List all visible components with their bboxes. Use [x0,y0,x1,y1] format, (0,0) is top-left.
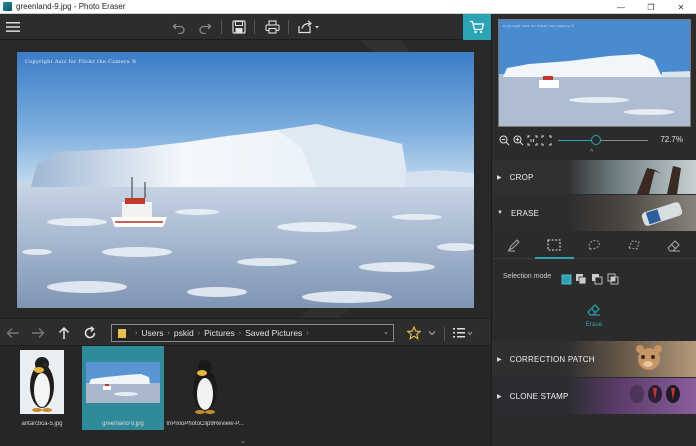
crop-section-label: CROP [509,172,534,182]
brush-tool-icon[interactable] [500,235,528,255]
selection-mode-intersect-icon[interactable] [607,272,619,285]
zoom-out-icon[interactable] [498,134,510,146]
preview-watermark: Copyright Aziz for Flickr the Camera © [503,24,575,28]
tools-side-panel: Copyright Aziz for Flickr the Camera © 7… [491,14,696,446]
chevron-right-icon: › [306,329,309,337]
crop-banner-image [567,160,696,194]
redo-icon[interactable] [196,18,214,36]
chevron-right-icon: › [135,329,138,337]
chevron-down-icon[interactable]: ⌄ [240,437,246,445]
erase-button[interactable]: Erase [578,302,610,334]
polygon-lasso-tool-icon[interactable] [620,235,648,255]
app-logo-icon [3,2,12,11]
actual-size-icon[interactable] [526,134,538,146]
hamburger-menu-icon[interactable] [4,18,22,36]
chevron-up-icon[interactable]: ^ [590,149,593,156]
active-tool-indicator [535,257,574,259]
selection-mode-add-icon[interactable] [575,272,587,285]
expand-arrow-icon: ▶ [497,393,502,400]
selection-mode-label: Selection mode [503,273,552,280]
clone-stamp-banner-image [567,378,696,414]
thumbnail-label: antarctica-5.jpg [21,421,63,427]
thumbnail-label: InPixioPhotoClip9Review-P... [166,421,244,427]
refresh-icon[interactable] [81,324,99,342]
breadcrumb-users[interactable]: Users [141,328,163,338]
correction-patch-section-header[interactable]: ▶ CORRECTION PATCH [492,341,696,377]
thumbnail-image [183,354,227,416]
up-folder-icon[interactable] [55,324,73,342]
clone-stamp-section-label: CLONE STAMP [509,391,569,401]
zoom-in-icon[interactable] [512,134,524,146]
main-photo[interactable]: Copyright Aziz for Flickr the Camera © [17,52,474,308]
toolbar-divider [254,20,255,34]
selection-mode-subtract-icon[interactable] [591,272,603,285]
save-icon[interactable] [230,18,248,36]
thumbnail-image [20,350,64,414]
sort-options-icon[interactable] [452,324,474,342]
minimize-button[interactable]: — [606,0,636,14]
title-bar: greenland-9.jpg - Photo Eraser — ❐ ✕ [0,0,696,14]
navigation-bar: › Users › pskid › Pictures › Saved Pictu… [0,318,491,346]
breadcrumb[interactable]: › Users › pskid › Pictures › Saved Pictu… [111,324,394,342]
expand-arrow-icon: ▶ [497,174,502,181]
clone-stamp-section-header[interactable]: ▶ CLONE STAMP [492,378,696,414]
erase-section-header[interactable]: ▼ ERASE [492,195,696,231]
toolbar-divider [221,20,222,34]
thumbnail-item-selected[interactable]: greenland-9.jpg [82,346,164,430]
undo-icon[interactable] [170,18,188,36]
back-arrow-icon[interactable] [4,324,22,342]
thumbnail-image [86,362,160,403]
breadcrumb-pskid[interactable]: pskid [174,328,194,338]
cart-icon [470,20,485,34]
erase-button-label: Erase [585,321,603,328]
favorite-star-icon[interactable] [405,324,423,342]
crop-section-header[interactable]: ▶ CROP [492,160,696,194]
print-icon[interactable] [263,18,281,36]
rectangle-select-tool-icon[interactable] [540,235,568,255]
lasso-tool-icon[interactable] [580,235,608,255]
zoom-controls: 72.7% [492,132,696,148]
thumbnail-filmstrip: antarctica-5.jpg greenland-9.jpg InPixio… [0,346,491,446]
erase-action-icon [587,304,600,316]
chevron-right-icon: › [167,329,170,337]
favorites-dropdown-icon[interactable] [426,324,438,342]
breadcrumb-saved-pictures[interactable]: Saved Pictures [245,328,302,338]
main-toolbar [0,14,491,40]
chevron-right-icon: › [197,329,201,337]
photo-watermark: Copyright Aziz for Flickr the Camera © [25,59,137,65]
window-controls: — ❐ ✕ [606,0,696,14]
photo-eraser-window: greenland-9.jpg - Photo Eraser — ❐ ✕ Cop… [0,0,696,446]
close-button[interactable]: ✕ [666,0,696,14]
thumbnail-item[interactable]: InPixioPhotoClip9Review-P... [166,346,244,430]
zoom-percentage: 72.7% [660,135,683,144]
thumbnail-item[interactable]: antarctica-5.jpg [14,346,70,430]
window-title: greenland-9.jpg - Photo Eraser [16,2,126,11]
forward-arrow-icon[interactable] [29,324,47,342]
correction-patch-section-label: CORRECTION PATCH [509,354,595,364]
erase-tools-row [492,231,696,259]
navigator-preview[interactable]: Copyright Aziz for Flickr the Camera © [498,19,691,127]
image-canvas-area: Copyright Aziz for Flickr the Camera © [0,40,491,318]
folder-icon [118,328,126,338]
maximize-button[interactable]: ❐ [636,0,666,14]
collapse-arrow-icon: ▼ [497,210,503,216]
erase-section-label: ERASE [510,208,540,218]
selection-mode-new-icon[interactable] [561,272,572,285]
chevron-down-icon[interactable]: ⌄ [383,328,389,336]
fit-to-screen-icon[interactable] [540,134,552,146]
toolbar-divider [444,327,445,341]
shop-cart-button[interactable] [463,14,491,40]
selection-mode-row: Selection mode [492,269,696,285]
chevron-right-icon: › [238,329,242,337]
erase-banner-image [567,195,696,231]
eraser-tool-icon[interactable] [660,235,688,255]
zoom-slider-handle[interactable] [590,135,601,145]
expand-arrow-icon: ▶ [497,356,502,363]
thumbnail-label: greenland-9.jpg [102,421,144,427]
toolbar-divider [288,20,289,34]
share-export-icon[interactable] [296,18,322,36]
breadcrumb-pictures[interactable]: Pictures [204,328,235,338]
